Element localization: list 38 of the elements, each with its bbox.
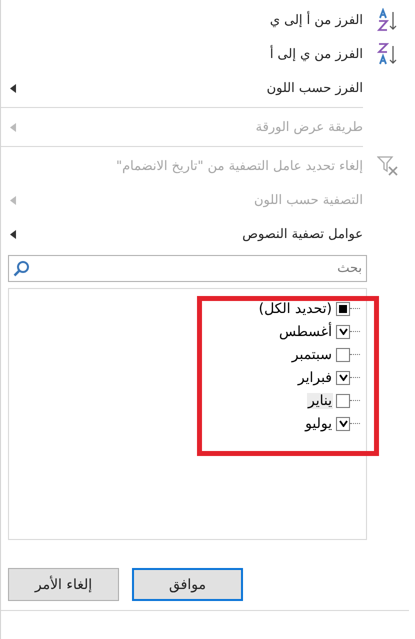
value-label[interactable]: يناير xyxy=(306,392,333,408)
checkmark-icon xyxy=(338,420,348,427)
checkbox[interactable] xyxy=(336,370,350,384)
checkbox[interactable] xyxy=(336,324,350,338)
checkbox[interactable] xyxy=(336,416,350,430)
ok-button[interactable]: موافق xyxy=(132,568,243,601)
value-label[interactable]: أغسطس xyxy=(278,324,333,340)
mixed-state-icon xyxy=(339,304,347,312)
search-icon xyxy=(13,260,30,277)
menu-item-label: الفرز حسب اللون xyxy=(266,80,363,96)
menu-item-label: طريقة عرض الورقة xyxy=(256,120,363,134)
checkbox[interactable] xyxy=(336,302,350,316)
value-label[interactable]: يوليو xyxy=(304,416,333,432)
submenu-arrow-icon xyxy=(10,196,16,204)
cancel-button[interactable]: إلغاء الأمر xyxy=(8,568,119,601)
value-label[interactable]: فبراير xyxy=(296,370,333,386)
sort-descending-icon xyxy=(377,42,399,66)
menu-item[interactable]: عوامل تصفية النصوص xyxy=(1,217,409,251)
sort-ascending-icon xyxy=(377,8,399,32)
checkbox[interactable] xyxy=(336,394,350,408)
menu-item-label: الفرز من ي إلى أ xyxy=(270,46,363,62)
menu-item-label: إلغاء تحديد عامل التصفية من "تاريخ الانضمام" xyxy=(116,158,363,174)
menu-item-label: التصفية حسب اللون xyxy=(254,192,363,208)
clear-filter-icon xyxy=(377,155,399,177)
submenu-arrow-icon xyxy=(10,122,16,132)
submenu-arrow-icon xyxy=(10,84,16,92)
value-label[interactable]: سبتمبر xyxy=(290,346,333,362)
value-label[interactable]: (تحديد الكل) xyxy=(258,300,333,316)
menu-item-label: الفرز من أ إلى ي xyxy=(270,12,363,28)
menu-item[interactable]: الفرز حسب اللون xyxy=(1,71,409,105)
menu-item-label: عوامل تصفية النصوص xyxy=(242,226,363,242)
submenu-arrow-icon xyxy=(10,230,16,238)
checkmark-icon xyxy=(338,374,348,381)
search-field[interactable]: بحث xyxy=(8,255,367,282)
checkbox[interactable] xyxy=(336,348,350,362)
checkmark-icon xyxy=(338,328,348,335)
menu-item[interactable]: الفرز من ي إلى أ xyxy=(1,37,409,71)
menu-item[interactable]: الفرز من أ إلى ي xyxy=(1,3,409,37)
